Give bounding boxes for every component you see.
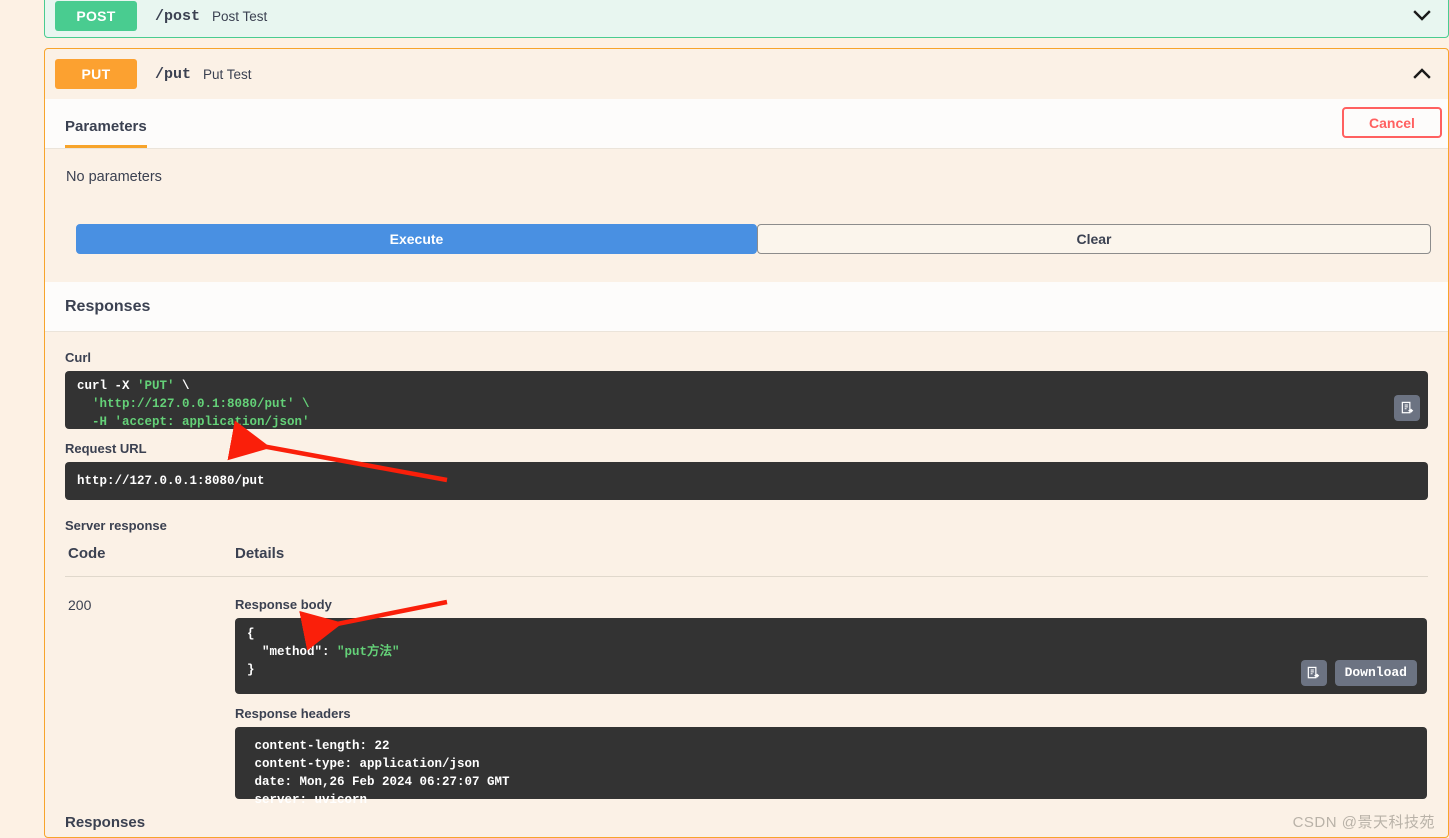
response-headers-label: Response headers	[235, 706, 351, 721]
curl-line3: -H 'accept: application/json'	[77, 415, 310, 430]
operation-header-put[interactable]: PUT /put Put Test	[45, 49, 1448, 99]
table-header-row: Code Details	[65, 545, 1428, 577]
json-value: "put方法"	[337, 645, 400, 660]
watermark: CSDN @景天科技苑	[1292, 814, 1435, 831]
copy-to-clipboard-icon[interactable]	[1394, 395, 1420, 421]
tab-parameters[interactable]: Parameters	[65, 118, 147, 148]
request-url-label: Request URL	[65, 441, 147, 456]
operation-block-put: PUT /put Put Test Parameters Cancel No p…	[44, 48, 1449, 838]
curl-line2: 'http://127.0.0.1:8080/put' \	[77, 397, 310, 412]
responses-section-header: Responses	[45, 282, 1448, 332]
http-method-badge-post: POST	[55, 1, 137, 31]
response-header-line: server: uvicorn	[247, 793, 368, 808]
json-open-brace: {	[247, 627, 255, 641]
response-headers-block: content-length: 22 content-type: applica…	[235, 727, 1427, 807]
download-button[interactable]: Download	[1334, 660, 1417, 686]
response-header-line: content-length: 22	[247, 739, 390, 753]
operation-summary-put: Put Test	[203, 66, 252, 82]
response-code: 200	[68, 597, 92, 613]
curl-line1-tail: \	[174, 379, 190, 393]
json-colon: :	[322, 645, 338, 660]
column-header-details: Details	[150, 545, 1428, 577]
parameters-tabs-bar: Parameters Cancel	[45, 99, 1448, 149]
action-button-row: Execute Clear	[76, 224, 1431, 254]
response-body-block[interactable]: { "method": "put方法" } Download	[235, 618, 1427, 694]
request-url-value: http://127.0.0.1:8080/put	[77, 473, 265, 488]
request-url-block: http://127.0.0.1:8080/put	[65, 462, 1428, 500]
chevron-down-icon[interactable]	[1412, 6, 1432, 26]
response-details-cell: Response body { "method": "put方法" } Down…	[150, 577, 1428, 807]
chevron-up-icon[interactable]	[1412, 64, 1432, 84]
responses-body: Curl curl -X 'PUT' \ 'http://127.0.0.1:8…	[45, 332, 1448, 831]
http-method-badge-put: PUT	[55, 59, 137, 89]
curl-label: Curl	[65, 350, 91, 365]
response-header-line: date: Mon,26 Feb 2024 06:27:07 GMT	[247, 775, 510, 790]
column-header-code: Code	[65, 545, 150, 577]
copy-to-clipboard-icon[interactable]	[1300, 660, 1327, 686]
curl-line1-cmd: curl -X	[77, 379, 138, 393]
responses-title: Responses	[65, 297, 151, 315]
execute-button[interactable]: Execute	[76, 224, 757, 254]
operation-summary-post: Post Test	[212, 8, 268, 24]
curl-line1-value: 'PUT'	[137, 379, 175, 393]
server-response-label: Server response	[65, 518, 167, 533]
operation-block-post[interactable]: POST /post Post Test	[44, 0, 1449, 38]
swagger-ui-page: POST /post Post Test PUT /put Put Test P…	[0, 0, 1449, 838]
json-key: "method"	[247, 645, 323, 660]
no-parameters-text: No parameters	[66, 169, 162, 185]
response-header-line: content-type: application/json	[247, 757, 480, 772]
operation-path-post: /post	[155, 7, 201, 25]
parameters-area: No parameters	[45, 149, 1448, 185]
server-response-table: Code Details 200 Response body { "method…	[65, 545, 1428, 807]
table-row: 200 Response body { "method": "put方法" } …	[65, 577, 1428, 807]
clear-button[interactable]: Clear	[757, 224, 1431, 254]
json-close-brace: }	[247, 663, 255, 678]
curl-code-block[interactable]: curl -X 'PUT' \ 'http://127.0.0.1:8080/p…	[65, 371, 1428, 429]
response-body-label: Response body	[235, 597, 332, 612]
operation-path-put: /put	[155, 65, 192, 83]
cancel-button[interactable]: Cancel	[1342, 107, 1442, 138]
